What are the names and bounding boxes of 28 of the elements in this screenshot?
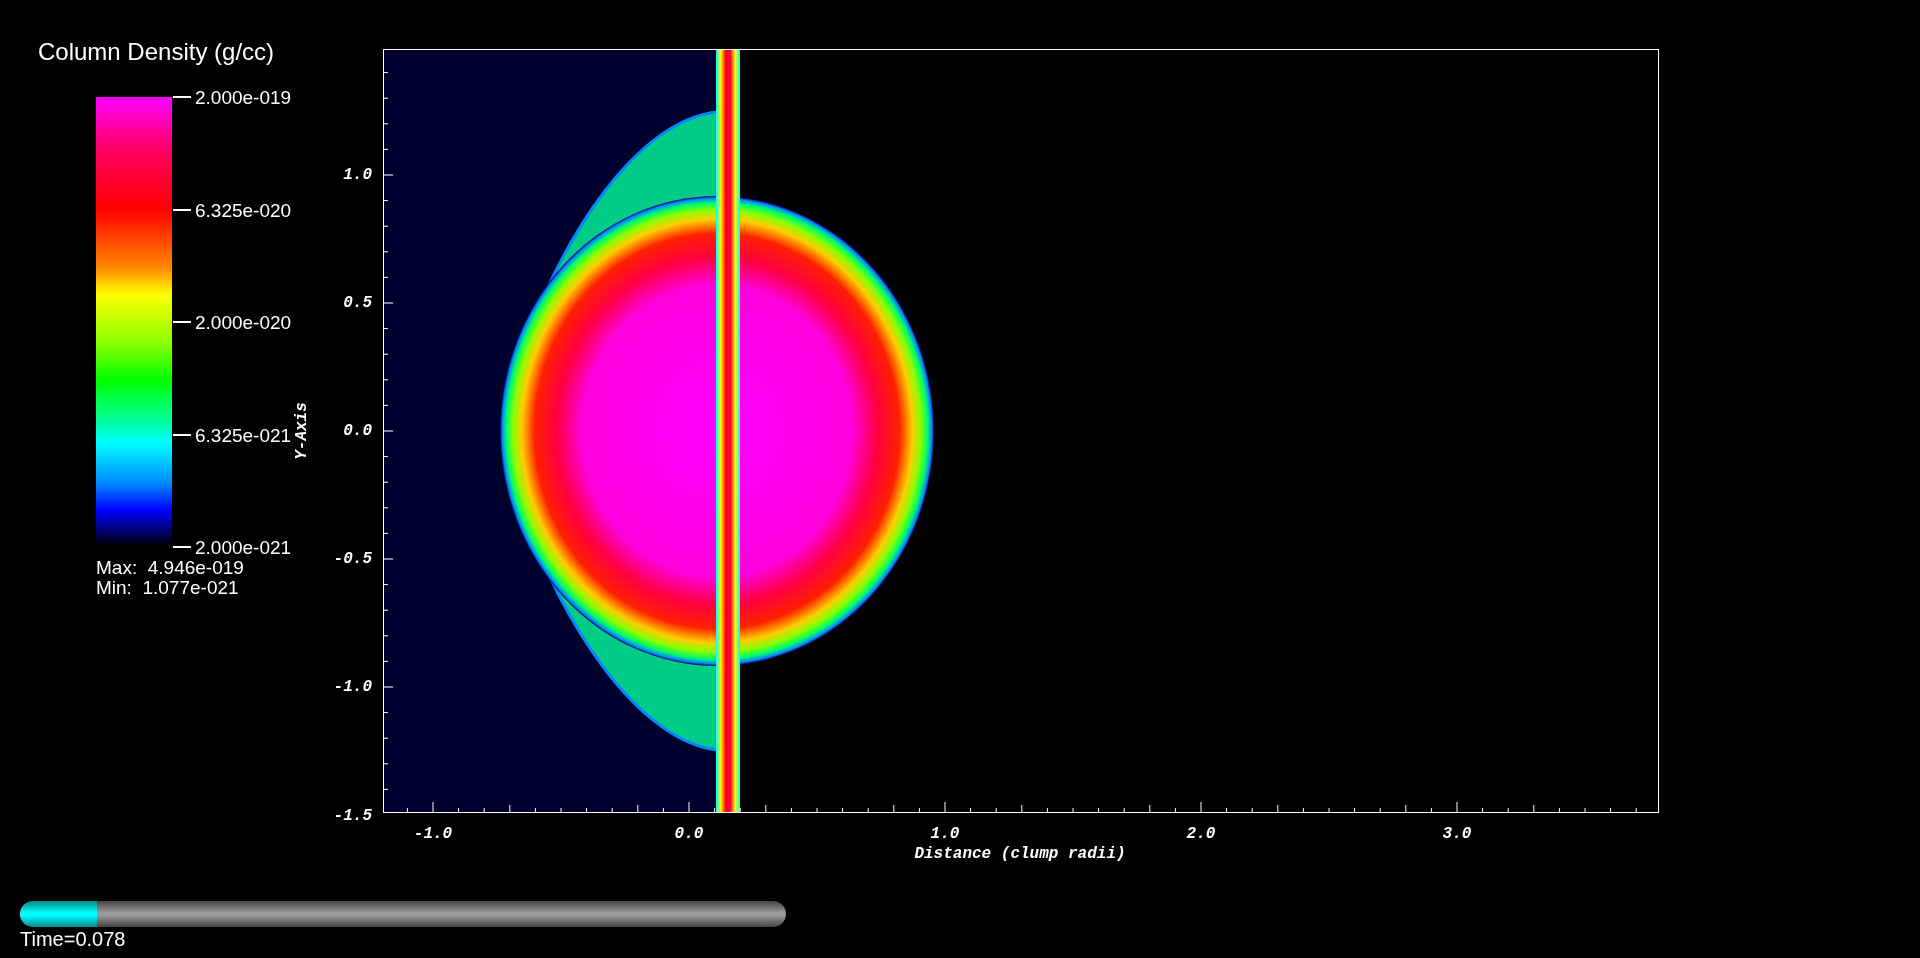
axis-tick-label: -1.0 bbox=[333, 679, 372, 695]
axis-tick-label: -1.0 bbox=[413, 826, 453, 842]
axis-tick-label: 0.5 bbox=[343, 295, 372, 311]
legend-label: 2.000e-020 bbox=[195, 312, 292, 332]
max-value: Max: 4.946e-019 bbox=[96, 558, 244, 577]
tick-mark bbox=[173, 546, 191, 548]
tick-mark bbox=[173, 208, 191, 211]
tick-mark bbox=[173, 96, 191, 98]
axis-tick-label: 1.0 bbox=[343, 167, 372, 183]
axis-tick-label: 0.0 bbox=[343, 423, 372, 439]
legend-label: 2.000e-019 bbox=[195, 87, 292, 107]
axis-tick-label: -0.5 bbox=[333, 551, 372, 567]
min-value: Min: 1.077e-021 bbox=[96, 578, 239, 597]
axis-tick-label: -1.5 bbox=[333, 808, 372, 824]
tick-mark bbox=[173, 433, 191, 436]
legend-title: Column Density (g/cc) bbox=[38, 40, 275, 64]
legend-label: 6.325e-020 bbox=[195, 200, 292, 219]
axis-title: Y-Axis bbox=[294, 402, 310, 460]
axis-tick-label: 0.0 bbox=[674, 826, 704, 842]
time-slider[interactable] bbox=[20, 901, 786, 927]
axis-tick-label: 2.0 bbox=[1186, 826, 1216, 842]
legend-label: 2.000e-021 bbox=[195, 537, 292, 557]
tick-mark bbox=[173, 321, 191, 323]
axis-title: Distance (clump radii) bbox=[914, 846, 1126, 862]
time-label: Time=0.078 bbox=[20, 929, 126, 949]
axis-tick-label: 1.0 bbox=[930, 826, 960, 842]
legend-label: 6.325e-021 bbox=[195, 425, 292, 444]
axis-tick-label: 3.0 bbox=[1442, 826, 1472, 842]
